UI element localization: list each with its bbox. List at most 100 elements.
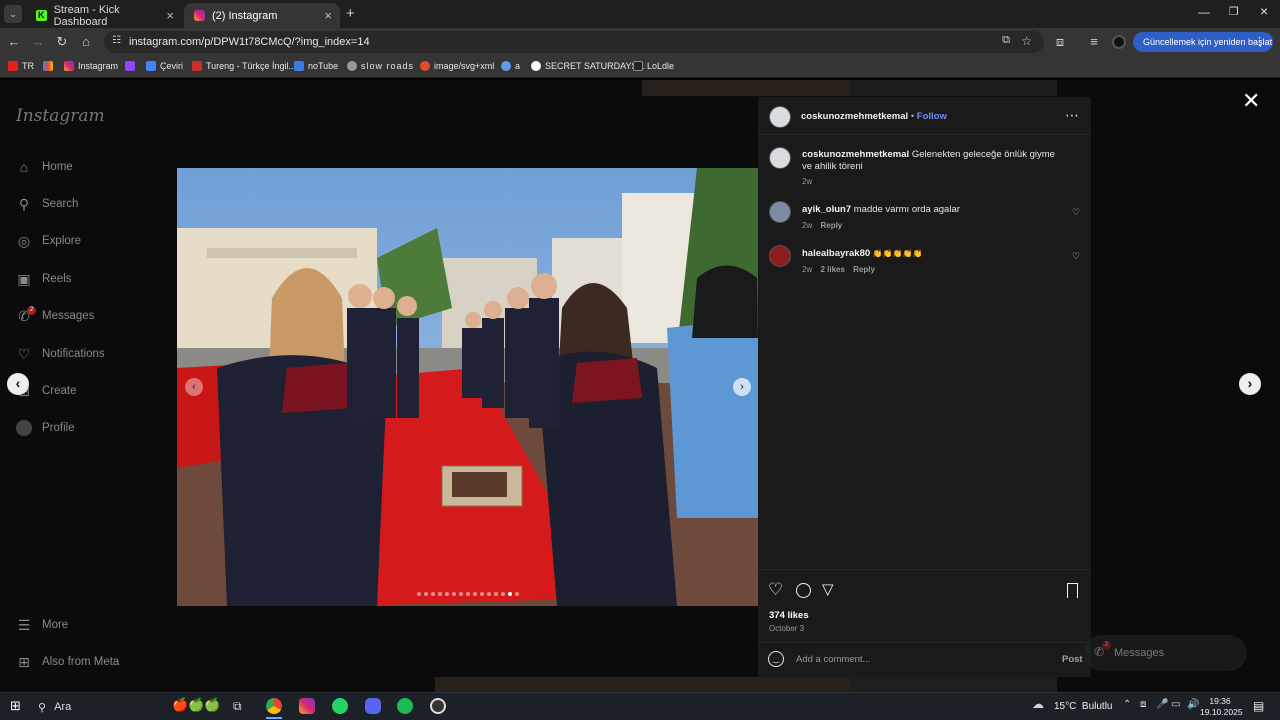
taskbar-search[interactable]: ⚲ Ara <box>32 697 167 717</box>
back-icon[interactable]: ← <box>6 34 22 49</box>
chrome-taskbar-icon[interactable] <box>266 698 282 714</box>
nav-search[interactable]: ⚲ Search <box>16 196 79 212</box>
close-tab-icon[interactable]: × <box>166 8 174 23</box>
bookmark-tureng[interactable]: Tureng - Türkçe İngil... <box>192 61 296 71</box>
task-view-icon[interactable]: ⧉ <box>233 699 242 714</box>
close-window-button[interactable]: × <box>1260 3 1268 19</box>
image-prev-button[interactable]: ‹ <box>185 378 203 396</box>
reply-button[interactable]: Reply <box>853 265 875 274</box>
microphone-icon[interactable]: 🎤 <box>1156 699 1168 710</box>
network-icon[interactable]: ▭ <box>1171 699 1180 710</box>
site-info-icon[interactable]: ☷ <box>112 35 121 46</box>
nav-home[interactable]: ⌂ Home <box>16 159 73 175</box>
address-bar[interactable]: ☷ instagram.com/p/DPW1t78CMcQ/?img_index… <box>104 31 1044 53</box>
minimize-button[interactable]: — <box>1198 5 1210 19</box>
caption-avatar[interactable] <box>769 147 791 169</box>
bookmark-star-icon[interactable]: ☆ <box>1021 34 1032 48</box>
like-comment-heart-icon[interactable]: ♡ <box>1072 207 1080 218</box>
bookmark-instagram[interactable]: Instagram <box>64 61 118 71</box>
author-avatar[interactable] <box>769 106 791 128</box>
carousel-dot <box>515 592 519 596</box>
media-icon[interactable]: ≡ <box>1086 34 1102 49</box>
bookmark-ceviri[interactable]: Çeviri <box>146 61 183 71</box>
nav-reels[interactable]: ▣ Reels <box>16 271 71 287</box>
bookmark-tr[interactable]: TR <box>8 61 34 71</box>
clock[interactable]: 19:36 19.10.2025 <box>1200 696 1243 718</box>
windows-start-icon[interactable]: ⊞ <box>10 698 21 714</box>
menu-kebab-icon[interactable]: ⋮ <box>1254 35 1265 48</box>
forward-icon[interactable]: → <box>30 34 46 49</box>
follow-button[interactable]: Follow <box>917 111 947 122</box>
bookmark-gmail[interactable] <box>43 61 53 71</box>
emoji-icon[interactable]: ‿ <box>768 651 784 667</box>
close-tab-icon[interactable]: × <box>324 8 332 23</box>
instagram-logo[interactable]: Instagram <box>16 106 105 126</box>
update-restart-button[interactable]: Güncellemek için yeniden başlat ⋮ <box>1133 32 1273 52</box>
next-post-arrow[interactable]: › <box>1239 373 1261 395</box>
close-icon[interactable]: ✕ <box>1242 88 1260 114</box>
messages-floating-button[interactable]: ✆ 2 Messages <box>1084 635 1247 671</box>
spotify-icon[interactable] <box>397 698 413 714</box>
caption-username[interactable]: coskunozmehmetkemal <box>802 149 909 160</box>
tab-list-dropdown[interactable]: ⌄ <box>4 5 22 23</box>
nav-profile[interactable]: Profile <box>16 420 75 436</box>
bookmarks-bar: TR Instagram Çeviri Tureng - Türkçe İngi… <box>0 56 1280 78</box>
nav-also-from-meta[interactable]: ⊞ Also from Meta <box>16 654 119 670</box>
restore-button[interactable]: ❐ <box>1229 5 1239 18</box>
tray-chevron-icon[interactable]: ⌃ <box>1123 699 1131 710</box>
bookmark-slow-roads[interactable]: slow roads <box>347 61 414 71</box>
home-icon[interactable]: ⌂ <box>78 34 94 49</box>
comment-likes[interactable]: 2 likes <box>820 265 844 274</box>
post-comment-button[interactable]: Post <box>1062 654 1083 665</box>
post-image[interactable]: ‹ › <box>177 168 758 606</box>
comment-username[interactable]: halealbayrak80 <box>802 248 870 259</box>
comment-bubble-icon[interactable] <box>796 583 811 598</box>
bookmark-secret-saturdays[interactable]: SECRET SATURDAYS... <box>531 61 645 71</box>
weather-text[interactable]: 15°C Bulutlu <box>1054 701 1112 712</box>
nav-label: Explore <box>42 235 81 247</box>
like-heart-icon[interactable]: ♡ <box>768 580 783 600</box>
nav-explore[interactable]: ◎ Explore <box>16 233 81 249</box>
nav-more[interactable]: ☰ More <box>16 617 68 633</box>
obs-icon[interactable] <box>430 698 446 714</box>
instagram-taskbar-icon[interactable] <box>299 698 315 714</box>
extensions-icon[interactable]: ⧈ <box>1052 34 1068 50</box>
more-options-icon[interactable]: ⋯ <box>1065 107 1079 124</box>
notification-center-icon[interactable]: ▤ <box>1253 699 1264 713</box>
nav-label: Profile <box>42 422 75 434</box>
add-comment-input[interactable]: Add a comment... <box>796 654 870 665</box>
bookmark-svg[interactable]: image/svg+xml <box>420 61 494 71</box>
actions-divider <box>758 569 1091 570</box>
image-next-button[interactable]: › <box>733 378 751 396</box>
tray-app-icon[interactable]: ⧈ <box>1140 699 1146 710</box>
like-comment-heart-icon[interactable]: ♡ <box>1072 251 1080 262</box>
bookmark-a[interactable]: a <box>501 61 520 71</box>
comment-time: 2w <box>802 221 813 230</box>
fruit-widget-icon[interactable]: 🍎🍏🍏 <box>172 697 221 713</box>
instagram-icon <box>64 61 74 71</box>
weather-cloud-icon[interactable]: ☁ <box>1032 697 1044 711</box>
bookmark-notube[interactable]: noTube <box>294 61 338 71</box>
reply-button[interactable]: Reply <box>820 221 842 230</box>
comment-username[interactable]: ayik_olun7 <box>802 204 851 215</box>
bookmark-loldle[interactable]: LoLdle <box>633 61 674 71</box>
comment-avatar[interactable] <box>769 245 791 267</box>
install-icon[interactable]: ⧉ <box>1002 34 1010 47</box>
author-username[interactable]: coskunozmehmetkemal <box>801 111 908 122</box>
save-bookmark-icon[interactable] <box>1067 583 1078 598</box>
comment-avatar[interactable] <box>769 201 791 223</box>
share-send-icon[interactable]: ▽ <box>822 580 834 598</box>
volume-icon[interactable]: 🔊 <box>1187 699 1199 710</box>
discord-icon[interactable] <box>365 698 381 714</box>
prev-post-arrow[interactable]: ‹ <box>7 373 29 395</box>
tab-kick-dashboard[interactable]: K Stream - Kick Dashboard × <box>26 3 182 28</box>
nav-notifications[interactable]: ♡ Notifications <box>16 346 105 362</box>
bookmark-twitch[interactable] <box>125 61 135 71</box>
reload-icon[interactable]: ↻ <box>54 34 70 50</box>
new-tab-button[interactable]: + <box>346 5 355 22</box>
profile-avatar[interactable] <box>1112 35 1126 49</box>
tab-instagram[interactable]: (2) Instagram × <box>184 3 340 28</box>
whatsapp-icon[interactable] <box>332 698 348 714</box>
avatar-icon <box>16 420 32 436</box>
likes-count[interactable]: 374 likes <box>769 610 809 621</box>
